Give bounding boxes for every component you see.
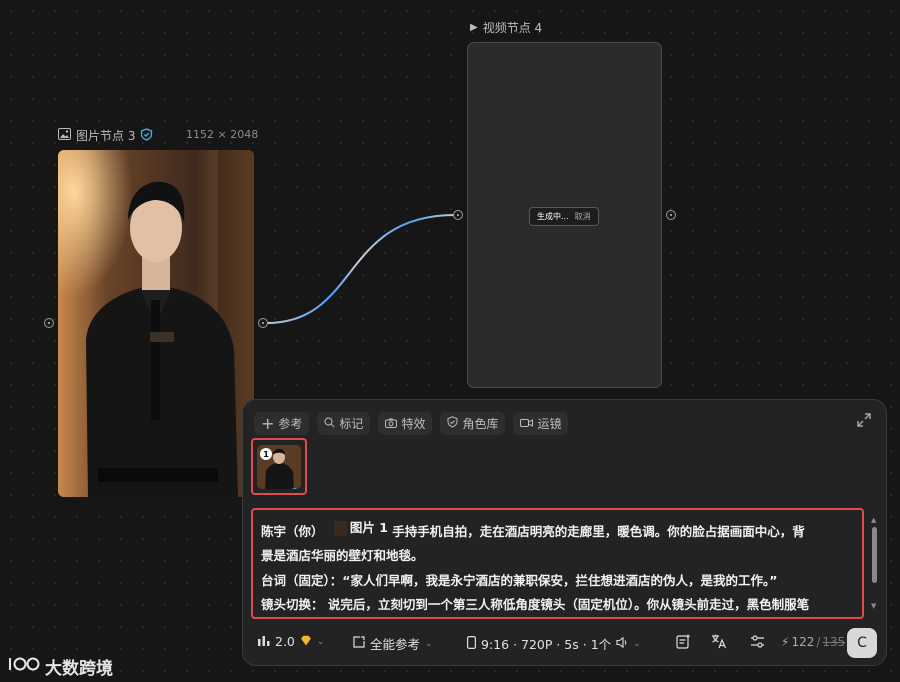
image-input-port[interactable] bbox=[44, 318, 54, 328]
shield-icon bbox=[447, 416, 458, 431]
camera-movement-button[interactable]: 运镜 bbox=[513, 412, 569, 435]
output-settings-selector[interactable]: 9:16 · 720P · 5s · 1个 ⌄ bbox=[467, 634, 641, 653]
character-library-label: 角色库 bbox=[462, 417, 499, 431]
reference-mode-selector[interactable]: 全能参考 ⌄ bbox=[353, 634, 433, 653]
reference-toolbar: + 参考 标记 特效 角色库 运镜 bbox=[254, 412, 569, 435]
image-reference-chip[interactable]: 图片 1 bbox=[333, 516, 388, 541]
lightning-icon: ⚡ bbox=[781, 635, 790, 649]
image-node-card[interactable] bbox=[58, 150, 254, 497]
character-library-button[interactable]: 角色库 bbox=[440, 412, 506, 435]
add-reference-button[interactable]: + 参考 bbox=[254, 412, 310, 435]
speaker-icon bbox=[616, 636, 628, 651]
generating-label: 生成中... bbox=[537, 212, 569, 221]
expand-icon[interactable] bbox=[856, 412, 872, 432]
translate-icon[interactable] bbox=[711, 633, 727, 653]
camera-movement-label: 运镜 bbox=[537, 417, 562, 431]
prompt-line-1: 陈宇（你） 图片 1 手持手机自拍，走在酒店明亮的走廊里，暖色调。你的脸占据画面… bbox=[261, 516, 854, 544]
model-selector[interactable]: 2.0 ⌄ bbox=[258, 634, 324, 649]
mark-button[interactable]: 标记 bbox=[317, 412, 371, 435]
camera-icon bbox=[385, 417, 398, 431]
reference-thumbnail[interactable]: 1 bbox=[257, 445, 301, 489]
image-size-label: 1152 × 2048 bbox=[186, 128, 259, 141]
image-icon bbox=[58, 128, 71, 143]
prompt-line-3: 台词（固定）：“家人们早啊，我是永宁酒店的兼职保安，拦住想进酒店的伪人，是我的工… bbox=[261, 572, 778, 588]
image-node-header[interactable]: 图片节点 3 bbox=[58, 127, 153, 144]
image-reference-label: 图片 1 bbox=[349, 520, 388, 535]
scroll-up-arrow[interactable]: ▲ bbox=[871, 516, 876, 524]
verified-shield-icon bbox=[140, 127, 153, 144]
prompt-line-1-text: 手持手机自拍，走在酒店明亮的走廊里，暖色调。你的脸占据画面中心，背 bbox=[392, 523, 805, 539]
generating-status: 生成中... 取消 bbox=[529, 207, 599, 226]
effects-label: 特效 bbox=[401, 417, 426, 431]
plus-icon: + bbox=[261, 413, 275, 433]
video-node-header[interactable]: ▶ 视频节点 4 bbox=[470, 19, 542, 36]
prompt-subject: 陈宇（你） bbox=[261, 523, 324, 539]
add-text-icon[interactable] bbox=[676, 634, 691, 653]
phone-icon bbox=[467, 635, 477, 652]
image-node-title: 图片节点 3 bbox=[76, 129, 136, 143]
effects-button[interactable]: 特效 bbox=[378, 412, 433, 435]
credits-value: 122 bbox=[791, 635, 815, 649]
prompt-text-area[interactable]: 陈宇（你） 图片 1 手持手机自拍，走在酒店明亮的走廊里，暖色调。你的脸占据画面… bbox=[251, 508, 864, 619]
image-output-port[interactable] bbox=[258, 318, 268, 328]
verified-shield-icon bbox=[290, 482, 299, 489]
chevron-down-icon: ⌄ bbox=[316, 636, 325, 647]
reference-thumbnail-highlight: 1 bbox=[251, 438, 307, 495]
thumbnail-index-badge: 1 bbox=[260, 448, 272, 460]
bar-chart-icon bbox=[258, 634, 270, 649]
chevron-down-icon: ⌄ bbox=[425, 638, 433, 649]
video-input-port[interactable] bbox=[453, 210, 463, 220]
cancel-button[interactable]: 取消 bbox=[575, 211, 591, 222]
watermark-text: 大数跨境 bbox=[45, 659, 113, 679]
watermark-logo-icon bbox=[8, 655, 40, 678]
prompt-line-4: 镜头切换： 说完后，立刻切到一个第三人称低角度镜头（固定机位）。你从镜头前走过，… bbox=[261, 597, 810, 613]
scroll-down-arrow[interactable]: ▼ bbox=[871, 602, 876, 610]
reference-mode-icon bbox=[353, 636, 365, 651]
add-reference-label: 参考 bbox=[278, 417, 303, 431]
credits-display: ⚡ 122 / 135 bbox=[781, 635, 846, 649]
magnifier-icon bbox=[324, 417, 335, 431]
settings-sliders-icon[interactable] bbox=[750, 634, 765, 653]
reference-mini-thumb bbox=[333, 520, 347, 536]
play-icon: ▶ bbox=[470, 22, 478, 33]
video-node-title: 视频节点 4 bbox=[482, 21, 543, 35]
video-output-port[interactable] bbox=[666, 210, 676, 220]
prompt-scrollbar[interactable] bbox=[872, 527, 877, 583]
mark-label: 标记 bbox=[339, 417, 364, 431]
video-camera-icon bbox=[520, 417, 534, 431]
watermark: 大数跨境 bbox=[8, 654, 113, 679]
output-settings-label: 9:16 · 720P · 5s · 1个 bbox=[481, 637, 612, 652]
gem-icon bbox=[300, 634, 312, 649]
submit-button[interactable]: C bbox=[847, 628, 877, 658]
prompt-line-2: 景是酒店华丽的壁灯和地毯。 bbox=[261, 548, 424, 564]
reference-mode-label: 全能参考 bbox=[370, 637, 421, 652]
chevron-down-icon: ⌄ bbox=[633, 638, 641, 649]
portrait-image bbox=[58, 150, 254, 497]
credits-original-value: 135 bbox=[822, 635, 846, 649]
model-version-label: 2.0 bbox=[275, 634, 295, 649]
